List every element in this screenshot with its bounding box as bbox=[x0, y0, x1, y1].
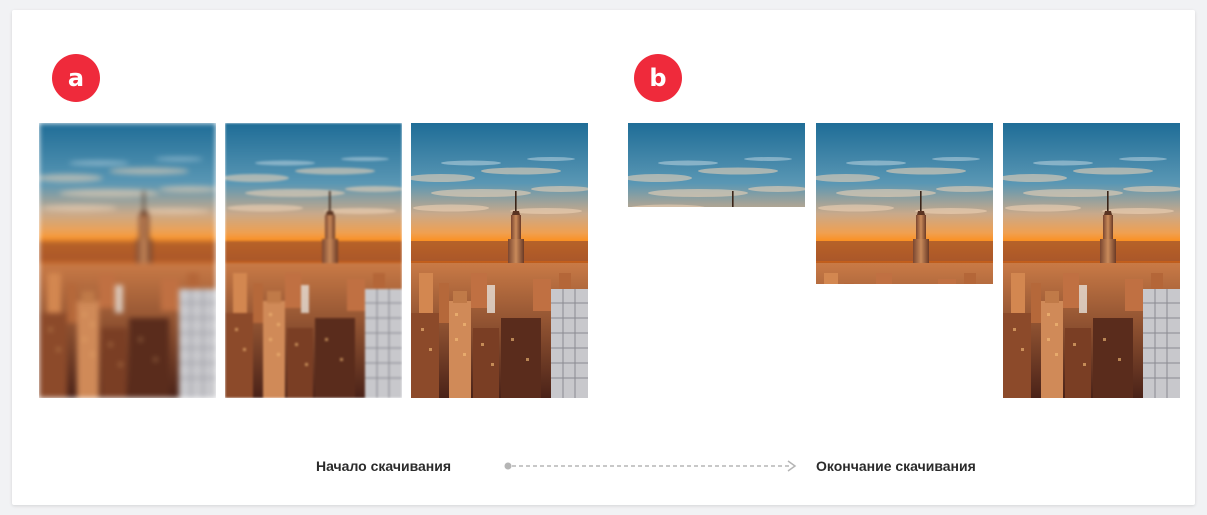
download-end-label: Окончание скачивания bbox=[816, 458, 976, 474]
figure-card: a b Начало скачивания Окончание скачиван… bbox=[12, 10, 1195, 505]
panel-a-frame-1-blurry bbox=[39, 123, 216, 398]
download-start-label: Начало скачивания bbox=[316, 458, 452, 474]
panel-b-frame-2-half bbox=[816, 123, 993, 284]
panel-a-frame-2-partial bbox=[225, 123, 402, 398]
panel-a-badge: a bbox=[52, 54, 100, 102]
panel-a-frame-3-sharp bbox=[411, 123, 588, 398]
panel-b-frame-3-full bbox=[1003, 123, 1180, 398]
panel-b-badge: b bbox=[634, 54, 682, 102]
panel-b-frame-1-top bbox=[628, 123, 805, 207]
timeline-arrow bbox=[504, 460, 797, 472]
